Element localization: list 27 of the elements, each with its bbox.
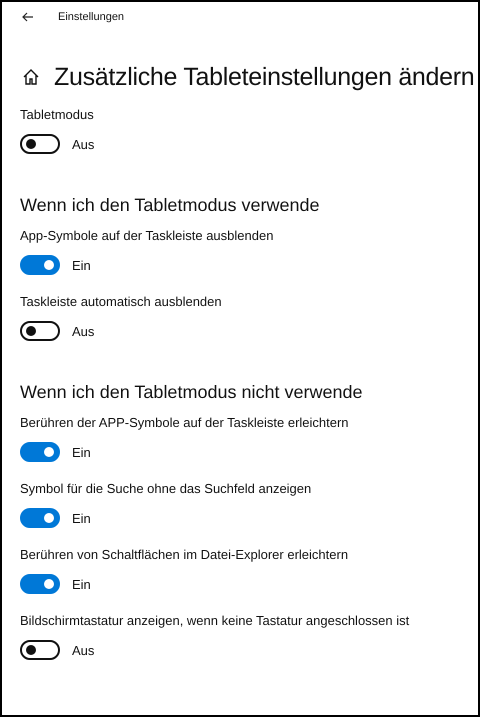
toggle-state: Ein (72, 258, 91, 272)
toggle-switch[interactable] (20, 442, 60, 462)
back-button[interactable] (20, 10, 36, 24)
section-heading: Wenn ich den Tabletmodus nicht verwende (20, 382, 364, 403)
setting-label: Bildschirmtastatur anzeigen, wenn keine Tastatur angeschlossen ist (20, 612, 410, 630)
toggle-state: Aus (72, 642, 94, 658)
setting-label: Symbol für die Suche ohne das Suchfeld anzeigen (20, 480, 312, 498)
home-icon[interactable] (22, 68, 40, 86)
setting-label: Berühren der APP-Symbole auf der Taskleiste erleichtern (20, 414, 350, 432)
toggle-state: Ein (72, 576, 91, 592)
toggle-switch[interactable] (20, 134, 60, 154)
toggle-switch[interactable] (20, 508, 60, 528)
toggle-state: Ein (72, 510, 91, 526)
toggle-switch[interactable] (20, 321, 60, 341)
window-title: Einstellungen (58, 11, 124, 23)
toggle-state: Aus (72, 136, 94, 152)
toggle-switch[interactable] (20, 255, 60, 275)
toggle-state: Aus (72, 324, 94, 338)
page-title: Zusätzliche Tableteinstellungen ändern (54, 62, 474, 92)
setting-label: Tabletmodus (20, 106, 95, 124)
toggle-state: Ein (72, 444, 91, 460)
toggle-switch[interactable] (20, 640, 60, 660)
toggle-switch[interactable] (20, 574, 60, 594)
setting-label: Berühren von Schaltflächen im Datei-Explorer erleichtern (20, 546, 350, 564)
setting-label: App-Symbole auf der Taskleiste ausblenden (20, 227, 274, 245)
setting-label: Taskleiste automatisch ausblenden (20, 293, 223, 311)
section-heading: Wenn ich den Tabletmodus verwende (20, 195, 321, 216)
